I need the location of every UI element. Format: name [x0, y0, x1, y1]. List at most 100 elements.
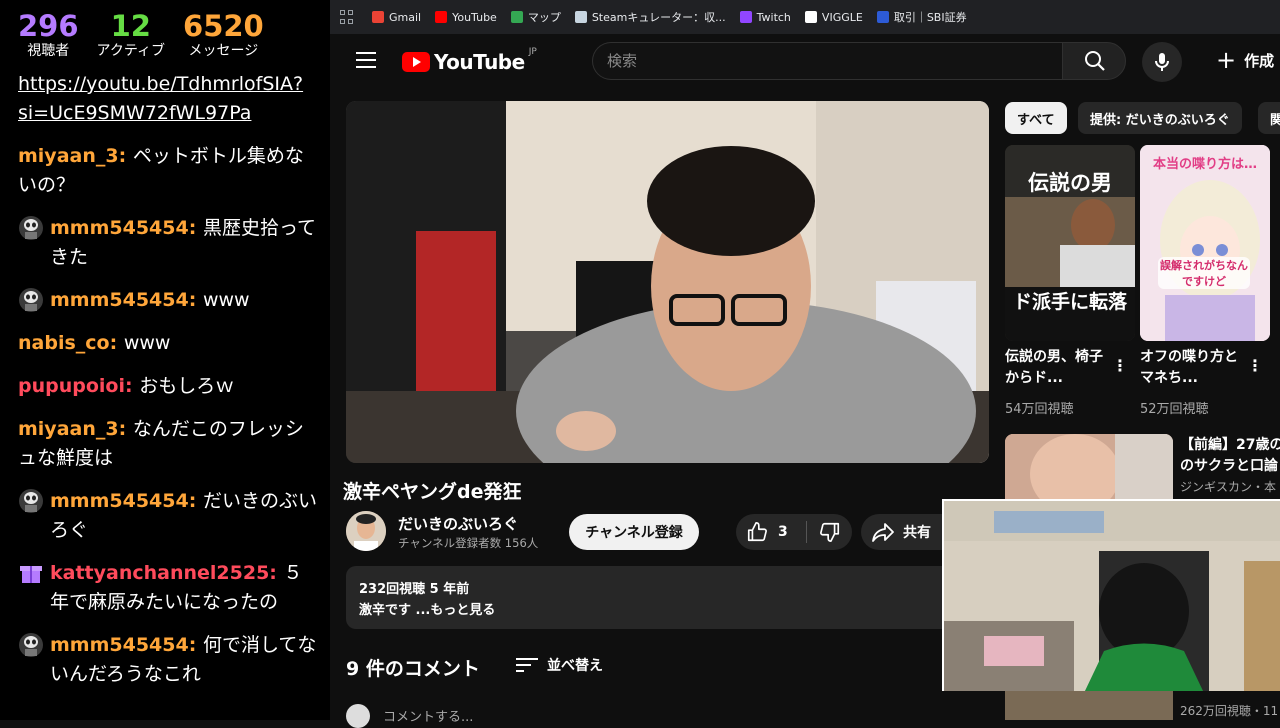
youtube-header: YouTube JP + 作成	[330, 34, 1280, 90]
viewers-stat: 296 視聴者	[18, 10, 79, 68]
bookmark-favicon-icon	[876, 11, 889, 23]
chat-message: mmm545454: だいきのぶいろぐ	[18, 487, 318, 545]
active-stat: 12 アクティブ	[97, 10, 165, 68]
recommended-thumbnail[interactable]	[1005, 434, 1173, 500]
chat-message-body: mmm545454: www	[50, 286, 318, 315]
bookmark-label: VIGGLE	[821, 10, 863, 24]
chat-username[interactable]: pupupoioi:	[18, 375, 139, 397]
short-1-overlay-bottom: ド派手に転落	[1012, 291, 1127, 313]
chat-username[interactable]: mmm545454:	[50, 490, 203, 512]
chat-message: miyaan_3: ペットボトル集めないの？	[18, 142, 318, 200]
viewers-label: 視聴者	[27, 43, 70, 59]
bookmark-item[interactable]: Gmail	[372, 11, 421, 24]
bookmarks-bar: Gmail YouTube マップ Steamキュレーター：収... Twitch VIG…	[330, 0, 1280, 34]
chat-message-body: miyaan_3: ペットボトル集めないの？	[18, 142, 318, 200]
search-button[interactable]	[1062, 42, 1126, 80]
chat-gift-icon	[18, 560, 44, 586]
create-button[interactable]: + 作成	[1216, 48, 1274, 72]
short-thumbnail-1[interactable]: 伝説の男 ド派手に転落	[1005, 145, 1135, 341]
bookmark-item[interactable]: VIGGLE	[804, 10, 863, 24]
recommended-thumbnail-2[interactable]	[1005, 690, 1173, 720]
view-count-and-date: 232回視聴 5 年前	[359, 582, 470, 597]
dislike-button[interactable]	[810, 514, 850, 550]
bookmark-item[interactable]: YouTube	[435, 11, 497, 24]
bookmark-label: Twitch	[756, 10, 791, 24]
comments-count-title: 9 件のコメント	[346, 658, 480, 680]
short-thumbnail-2[interactable]: 本当の喋り方は… 誤解されがちなんですけど	[1140, 145, 1270, 341]
like-dislike-group: 3	[736, 514, 852, 550]
bookmark-item[interactable]: Steamキュレーター：収...	[574, 9, 726, 25]
chat-message-list: https://youtu.be/TdhmrlofSIA? si=UcE9SMW…	[18, 72, 318, 703]
video-title: 激辛ペヤングde発狂	[343, 481, 522, 503]
chat-message-body: mmm545454: 黒歴史拾ってきた	[50, 214, 318, 272]
active-count: 12	[110, 9, 151, 43]
bookmark-favicon-icon	[739, 11, 752, 23]
chat-message: mmm545454: 黒歴史拾ってきた	[18, 214, 318, 272]
chat-message: nabis_co: www	[18, 329, 318, 358]
short-2-image	[1140, 145, 1270, 341]
chat-link-line1[interactable]: https://youtu.be/TdhmrlofSIA?	[18, 73, 303, 95]
short-1-title[interactable]: 伝説の男、椅子からド...	[1005, 347, 1105, 389]
bookmark-item[interactable]: マップ	[510, 9, 561, 25]
recommended-title-line2: のサクラと口論	[1180, 458, 1278, 474]
chat-username[interactable]: kattyanchannel2525:	[50, 562, 284, 584]
apps-grid-icon[interactable]	[340, 10, 354, 24]
chat-avatar-icon	[18, 632, 44, 658]
logo-region: JP	[528, 47, 537, 57]
bookmark-favicon-icon	[510, 11, 523, 23]
chat-message-body: miyaan_3: なんだこのフレッシュな鮮度は	[18, 415, 318, 473]
chat-overlay: 296 視聴者 12 アクティブ 6520 メッセージ https://yout…	[0, 0, 330, 720]
bookmark-label: YouTube	[452, 10, 497, 24]
sort-comments-button[interactable]: 並べ替え	[516, 655, 603, 675]
recommended-thumbnail-image	[1005, 434, 1173, 500]
search-box	[592, 42, 1062, 80]
recommended-title-line1: 【前編】27歳の	[1180, 437, 1280, 453]
description-box[interactable]: 232回視聴 5 年前 激辛です ...もっと見る	[346, 566, 966, 629]
chip-related[interactable]: 関	[1258, 102, 1280, 134]
bookmark-favicon-icon	[804, 11, 817, 23]
chat-avatar-icon	[18, 215, 44, 241]
voice-search-button[interactable]	[1142, 42, 1182, 82]
chat-message-body: mmm545454: 何で消してないんだろうなこれ	[50, 631, 318, 689]
bookmark-item[interactable]: 取引｜SBI証券	[876, 9, 967, 25]
bookmark-label: Steamキュレーター：収...	[591, 11, 726, 24]
subscribe-button[interactable]: チャンネル登録	[569, 514, 699, 550]
video-player[interactable]	[346, 101, 989, 463]
chat-message: miyaan_3: なんだこのフレッシュな鮮度は	[18, 415, 318, 473]
recommended-title[interactable]: 【前編】27歳の のサクラと口論	[1180, 435, 1280, 477]
chat-avatar-icon	[18, 287, 44, 313]
short-1-more-icon[interactable]: ⋮	[1112, 356, 1128, 375]
active-label: アクティブ	[96, 43, 166, 59]
chat-username[interactable]: mmm545454:	[50, 217, 203, 239]
messages-label: メッセージ	[188, 43, 259, 59]
youtube-logo[interactable]: YouTube JP	[402, 47, 537, 74]
bookmark-label: 取引｜SBI証券	[893, 11, 967, 24]
channel-name[interactable]: だいきのぶいろぐ	[398, 513, 518, 534]
chat-username[interactable]: miyaan_3:	[18, 418, 133, 440]
like-button[interactable]: 3	[736, 514, 800, 550]
chip-all[interactable]: すべて	[1005, 102, 1067, 134]
short-2-more-icon[interactable]: ⋮	[1247, 356, 1263, 375]
chat-username[interactable]: nabis_co:	[18, 332, 124, 354]
chip-channel[interactable]: 提供: だいきのぶいろぐ	[1078, 102, 1242, 134]
channel-avatar[interactable]	[346, 511, 386, 551]
chat-username[interactable]: miyaan_3:	[18, 145, 133, 167]
bookmark-item[interactable]: Twitch	[739, 10, 791, 24]
chat-message-body: mmm545454: だいきのぶいろぐ	[50, 487, 318, 545]
viewers-count: 296	[18, 9, 79, 43]
chat-text: おもしろｗ	[139, 375, 235, 397]
chat-message: mmm545454: 何で消してないんだろうなこれ	[18, 631, 318, 689]
short-2-title[interactable]: オフの喋り方とマネち...	[1140, 347, 1240, 389]
chat-stats: 296 視聴者 12 アクティブ 6520 メッセージ	[0, 0, 330, 68]
comment-input[interactable]: コメントする...	[383, 706, 473, 725]
chat-username[interactable]: mmm545454:	[50, 634, 203, 656]
chat-message-body: nabis_co: www	[18, 329, 318, 358]
chat-username[interactable]: mmm545454:	[50, 289, 203, 311]
bookmark-favicon-icon	[372, 11, 384, 23]
plus-icon: +	[1216, 46, 1237, 74]
chat-message-body: pupupoioi: おもしろｗ	[18, 372, 318, 401]
chat-link-line2[interactable]: si=UcE9SMW72fWL97Pa	[18, 102, 251, 124]
short-1-views: 54万回視聴	[1005, 402, 1074, 417]
hamburger-menu-icon[interactable]	[356, 52, 376, 68]
search-input[interactable]	[593, 43, 1051, 79]
